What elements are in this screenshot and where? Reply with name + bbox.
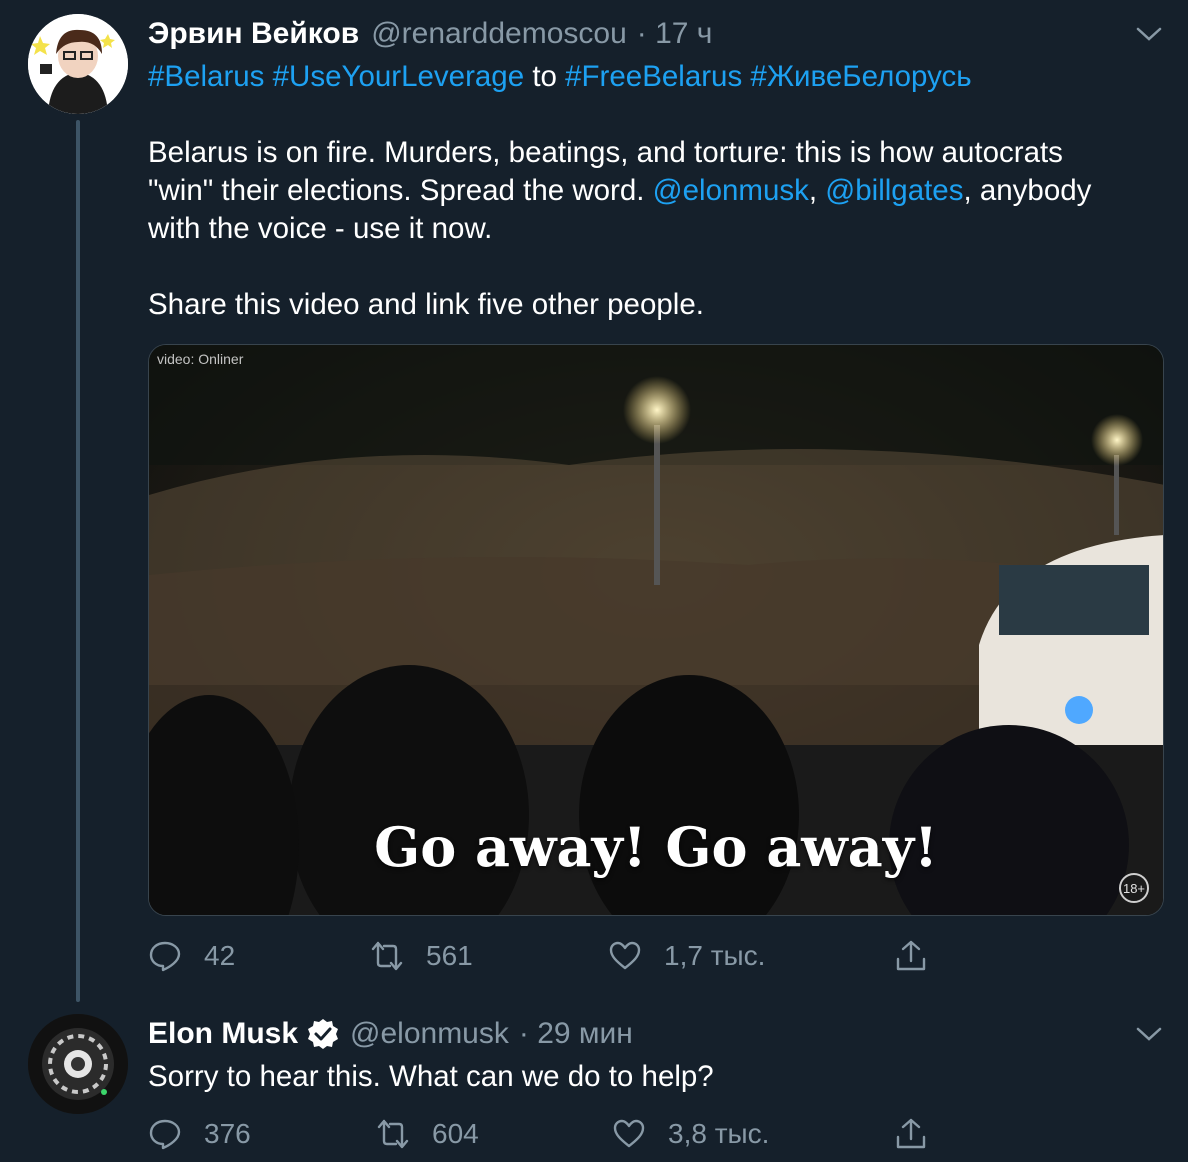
text-segment: , <box>808 174 826 207</box>
text-segment: "win" their elections. Spread the word. <box>148 174 653 207</box>
user-avatar-elonmusk[interactable] <box>28 1014 128 1114</box>
text-connector: to <box>524 60 566 93</box>
mention-elonmusk[interactable]: @elonmusk <box>653 174 809 207</box>
share-icon <box>896 940 926 971</box>
tweet-timestamp[interactable]: · 29 мин <box>519 1017 633 1051</box>
reply-button[interactable]: 376 <box>148 1114 251 1154</box>
tweet1-actions: 42 561 1,7 тыс. <box>148 936 948 976</box>
like-button[interactable]: 3,8 тыс. <box>612 1114 769 1154</box>
author-handle[interactable]: @renarddemoscou <box>371 17 627 51</box>
avatar-illustration <box>28 14 128 114</box>
chevron-down-icon[interactable] <box>1134 24 1164 44</box>
like-count: 1,7 тыс. <box>664 940 766 971</box>
reply-icon <box>149 941 181 972</box>
author-name[interactable]: Elon Musk <box>148 1017 298 1051</box>
like-icon <box>613 1119 645 1148</box>
share-button[interactable] <box>894 1114 928 1154</box>
retweet-count: 604 <box>432 1118 479 1149</box>
chevron-down-icon[interactable] <box>1134 1024 1164 1044</box>
reply-icon <box>149 1119 181 1150</box>
share-button[interactable] <box>894 936 928 976</box>
tweet-timestamp[interactable]: · 17 ч <box>637 17 713 51</box>
author-name[interactable]: Эрвин Вейков <box>148 17 359 51</box>
video-player[interactable]: video: Onliner Go away! Go away! 18+ <box>148 344 1164 916</box>
reply-count: 42 <box>204 940 236 971</box>
tweet2-header: Elon Musk @elonmusk · 29 мин <box>148 1014 633 1054</box>
retweet-button[interactable]: 604 <box>376 1114 479 1154</box>
hashtag-link[interactable]: #Belarus #UseYourLeverage <box>148 60 524 93</box>
text-line: "win" their elections. Spread the word. … <box>148 172 1091 210</box>
like-icon <box>609 941 641 970</box>
age-rating-badge: 18+ <box>1119 873 1149 903</box>
tweet2-actions: 376 604 3,8 тыс. <box>148 1114 948 1154</box>
verified-badge-icon <box>308 1019 339 1049</box>
user-avatar-ervin[interactable] <box>28 14 128 114</box>
tweet1-paragraph1: Belarus is on fire. Murders, beatings, a… <box>148 134 1091 248</box>
tweet2-text: Sorry to hear this. What can we do to he… <box>148 1060 714 1093</box>
reply-count: 376 <box>204 1118 251 1149</box>
video-subtitle: Go away! Go away! <box>374 815 938 879</box>
tweet1-paragraph2: Share this video and link five other peo… <box>148 288 704 321</box>
video-credit: video: Onliner <box>157 351 244 367</box>
tweet1-header: Эрвин Вейков @renarddemoscou · 17 ч <box>148 14 712 54</box>
hashtag-link[interactable]: #FreeBelarus #ЖивеБелорусь <box>565 60 972 93</box>
text-segment: , anybody <box>963 174 1092 207</box>
thread-connector-line <box>76 120 80 1002</box>
like-count: 3,8 тыс. <box>668 1118 770 1149</box>
retweet-button[interactable]: 561 <box>370 936 473 976</box>
avatar-illustration <box>28 1014 128 1114</box>
tweet1-hashtags: #Belarus #UseYourLeverage to #FreeBelaru… <box>148 58 972 96</box>
reply-button[interactable]: 42 <box>148 936 235 976</box>
retweet-icon <box>371 941 403 971</box>
retweet-count: 561 <box>426 940 473 971</box>
text-line: with the voice - use it now. <box>148 212 493 245</box>
author-handle[interactable]: @elonmusk <box>350 1017 509 1051</box>
share-icon <box>896 1118 926 1149</box>
like-button[interactable]: 1,7 тыс. <box>608 936 765 976</box>
mention-billgates[interactable]: @billgates <box>825 174 963 207</box>
text-line: Belarus is on fire. Murders, beatings, a… <box>148 136 1063 169</box>
retweet-icon <box>377 1119 409 1149</box>
